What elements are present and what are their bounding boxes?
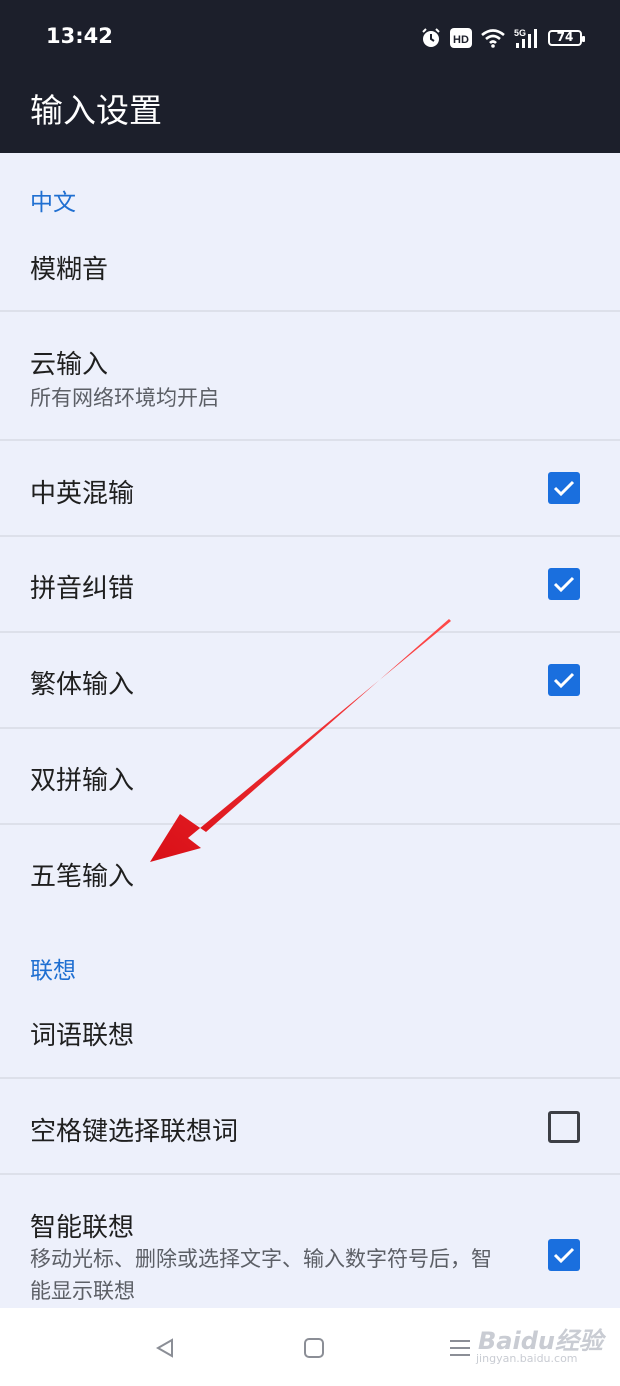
setting-subtitle: 所有网络环境均开启 bbox=[30, 386, 219, 410]
hd-icon: HD bbox=[450, 28, 472, 48]
app-header: 13:42 HD 5G 74 输入设置 bbox=[0, 0, 620, 153]
back-triangle-icon bbox=[155, 1338, 173, 1358]
setting-traditional-input[interactable]: 繁体输入 bbox=[0, 633, 620, 727]
setting-title: 中英混输 bbox=[30, 479, 135, 509]
section-header-chinese: 中文 bbox=[30, 190, 76, 216]
battery-icon: 74 bbox=[548, 30, 585, 46]
setting-fuzzy-pinyin[interactable]: 模糊音 bbox=[0, 233, 620, 311]
checkmark-icon bbox=[553, 1247, 575, 1264]
checkbox-checked[interactable] bbox=[548, 1239, 580, 1271]
alarm-icon bbox=[420, 27, 442, 49]
setting-title: 智能联想 bbox=[30, 1213, 135, 1243]
setting-title: 词语联想 bbox=[30, 1021, 135, 1051]
setting-space-select-association[interactable]: 空格键选择联想词 bbox=[0, 1079, 620, 1173]
setting-word-association[interactable]: 词语联想 bbox=[0, 999, 620, 1077]
setting-title: 繁体输入 bbox=[30, 670, 135, 700]
setting-title: 云输入 bbox=[30, 350, 109, 380]
setting-double-pinyin[interactable]: 双拼输入 bbox=[0, 729, 620, 823]
home-square-icon bbox=[304, 1338, 324, 1358]
watermark-text: Baidu经验 bbox=[478, 1327, 603, 1355]
watermark-url: jingyan.baidu.com bbox=[476, 1352, 578, 1365]
setting-title: 双拼输入 bbox=[30, 766, 135, 796]
checkbox-checked[interactable] bbox=[548, 472, 580, 504]
checkmark-icon bbox=[553, 480, 575, 497]
status-icons: HD 5G 74 bbox=[420, 24, 585, 52]
section-header-association: 联想 bbox=[30, 958, 76, 984]
setting-title: 拼音纠错 bbox=[30, 574, 135, 604]
setting-title: 模糊音 bbox=[30, 255, 109, 285]
home-button[interactable] bbox=[294, 1328, 334, 1368]
setting-title: 五笔输入 bbox=[30, 862, 135, 892]
recent-apps-button[interactable] bbox=[440, 1328, 480, 1368]
battery-level: 74 bbox=[556, 30, 574, 44]
page-title: 输入设置 bbox=[30, 91, 162, 130]
back-button[interactable] bbox=[145, 1328, 185, 1368]
setting-title: 空格键选择联想词 bbox=[30, 1117, 239, 1147]
setting-mixed-input[interactable]: 中英混输 bbox=[0, 441, 620, 535]
checkmark-icon bbox=[553, 576, 575, 593]
checkbox-unchecked[interactable] bbox=[548, 1111, 580, 1143]
setting-smart-association[interactable]: 智能联想 移动光标、删除或选择文字、输入数字符号后，智能显示联想 bbox=[0, 1175, 620, 1308]
settings-list: 中文 模糊音 云输入 所有网络环境均开启 中英混输 拼音纠错 繁体输入 双拼输入… bbox=[0, 153, 620, 1308]
setting-subtitle: 移动光标、删除或选择文字、输入数字符号后，智能显示联想 bbox=[30, 1247, 492, 1303]
network-label: 5G bbox=[514, 28, 526, 38]
checkbox-checked[interactable] bbox=[548, 568, 580, 600]
setting-wubi-input[interactable]: 五笔输入 bbox=[0, 825, 620, 919]
setting-pinyin-correction[interactable]: 拼音纠错 bbox=[0, 537, 620, 631]
cellular-signal-icon: 5G bbox=[514, 27, 540, 49]
wifi-icon bbox=[480, 28, 506, 48]
setting-cloud-input[interactable]: 云输入 所有网络环境均开启 bbox=[0, 312, 620, 440]
checkbox-checked[interactable] bbox=[548, 664, 580, 696]
status-time: 13:42 bbox=[46, 24, 113, 48]
menu-lines-icon bbox=[450, 1340, 470, 1356]
status-bar: 13:42 HD 5G 74 bbox=[0, 0, 620, 76]
checkmark-icon bbox=[553, 672, 575, 689]
hd-label: HD bbox=[453, 34, 469, 46]
system-nav-bar: Baidu经验 jingyan.baidu.com bbox=[0, 1308, 620, 1386]
